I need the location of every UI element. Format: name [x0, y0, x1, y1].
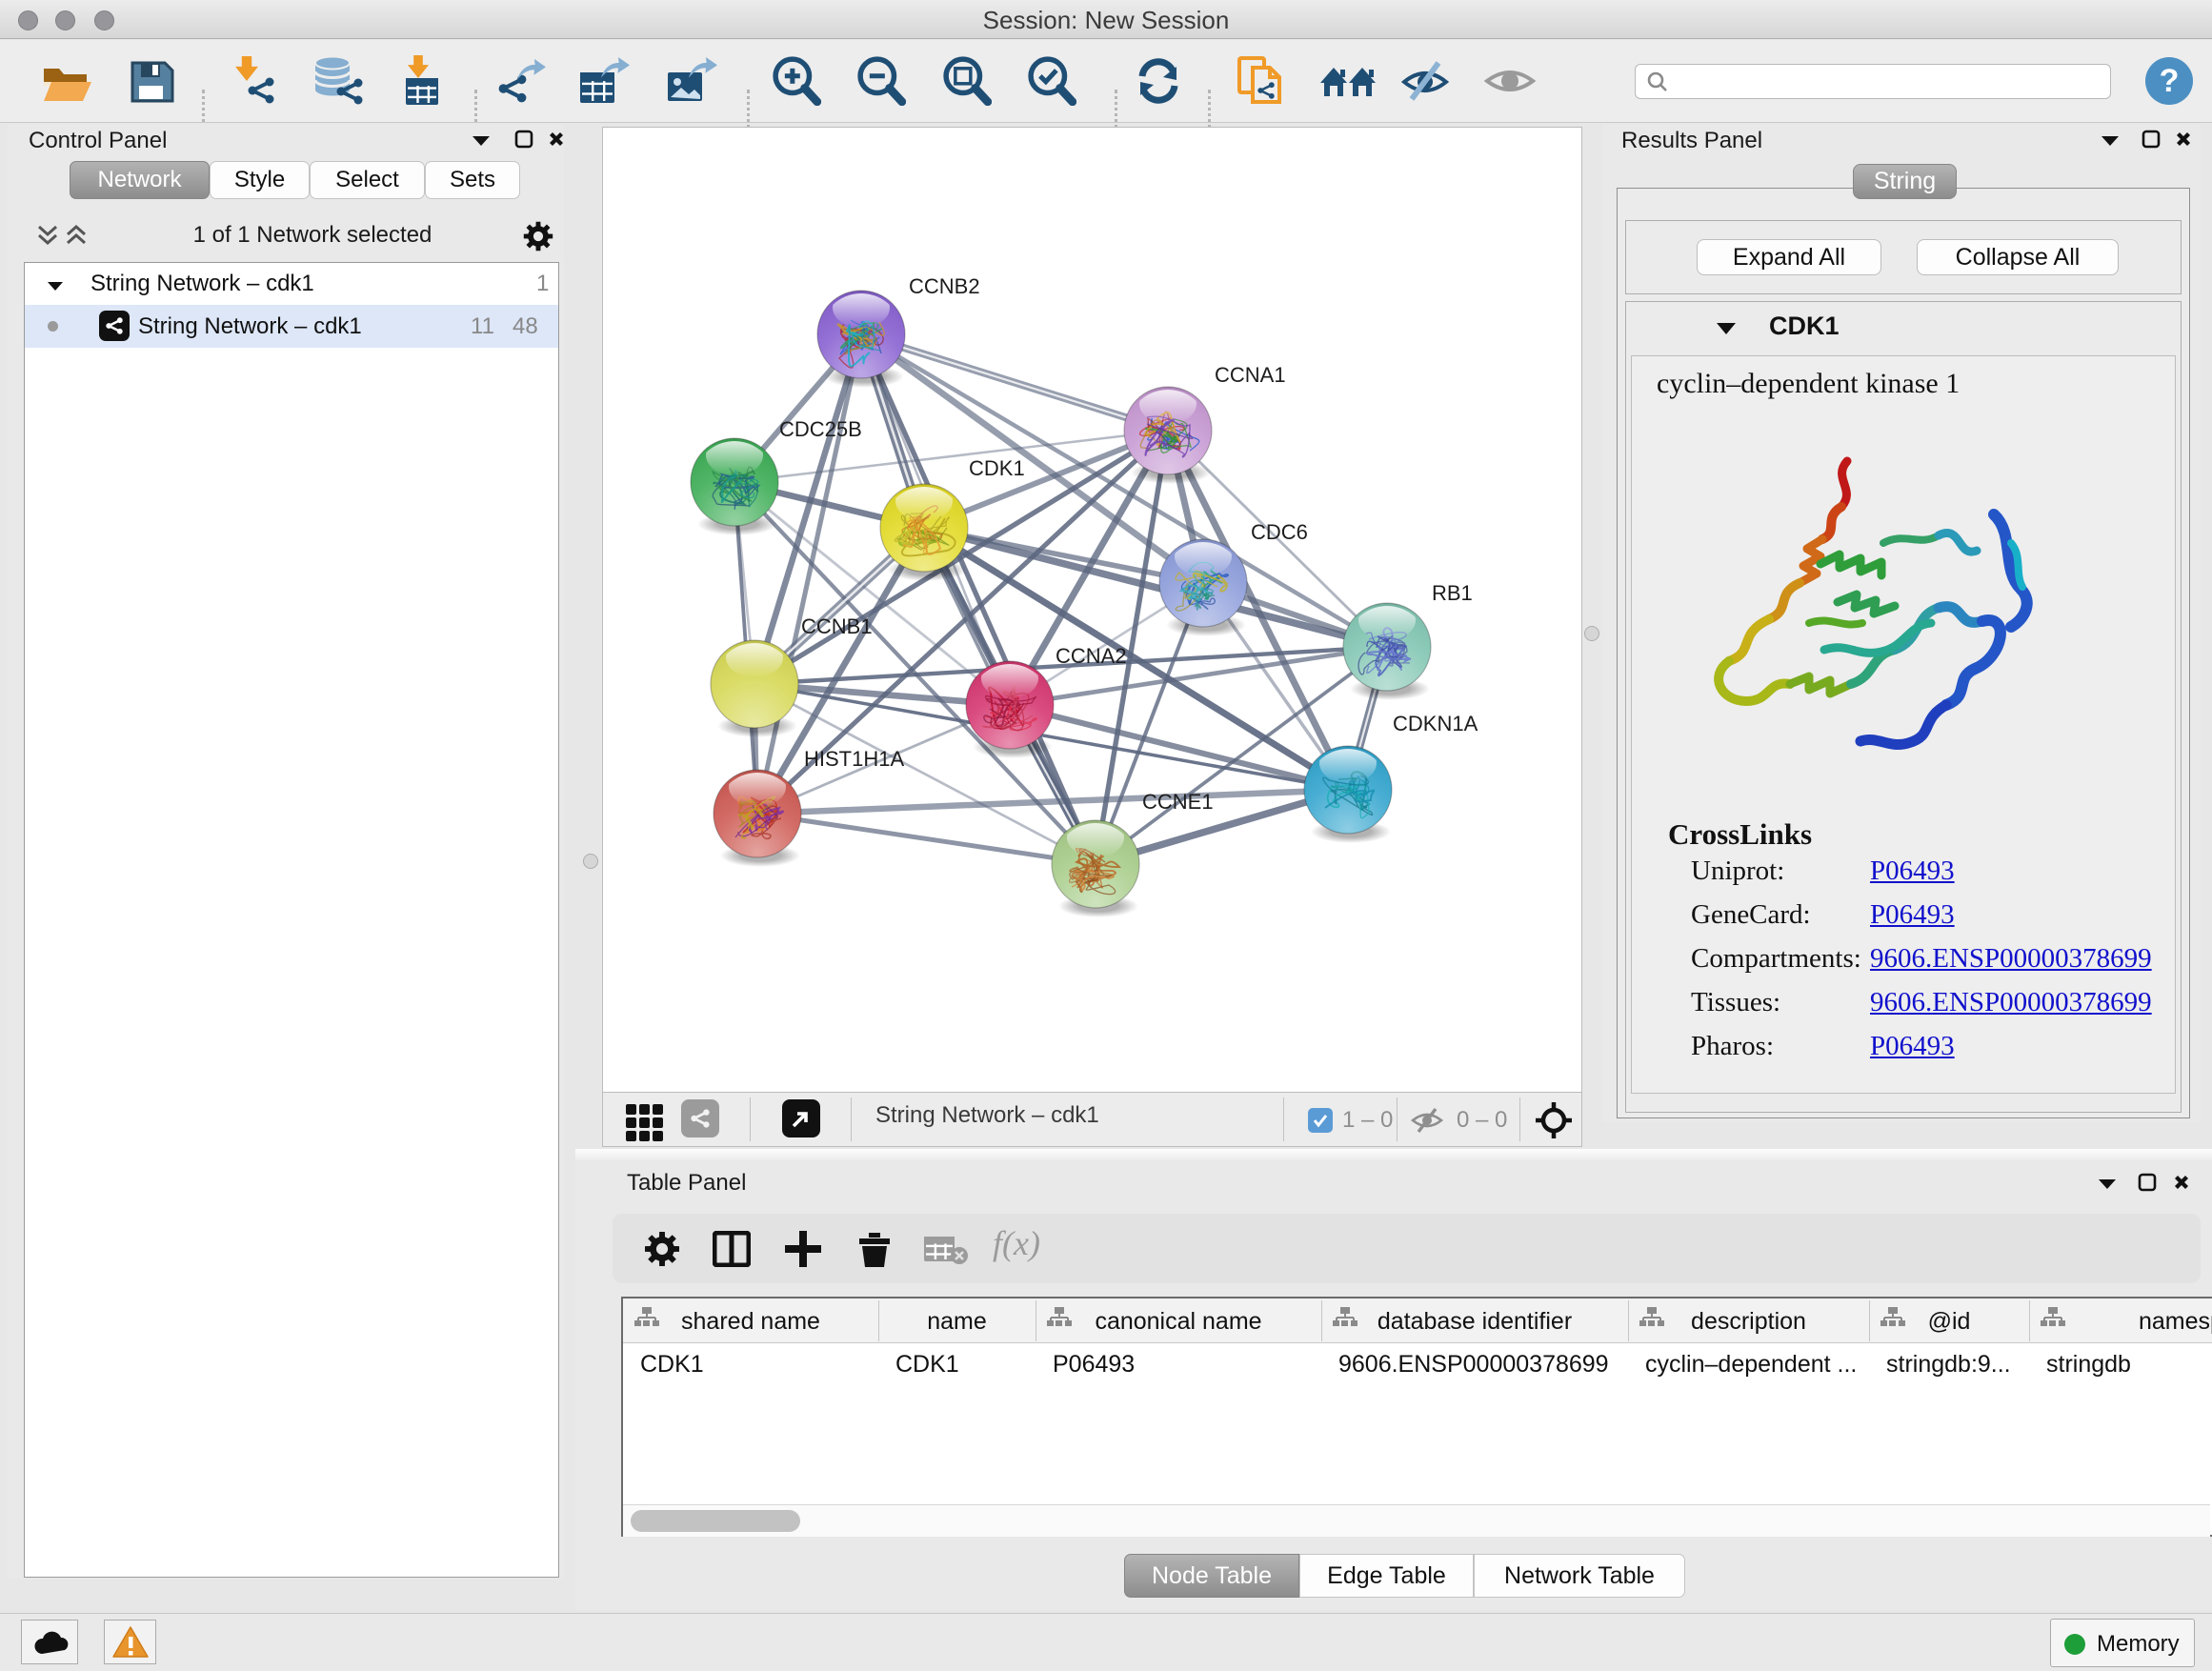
svg-text:CCNB2: CCNB2 [909, 274, 980, 298]
svg-text:CDC6: CDC6 [1251, 520, 1308, 544]
svg-text:?: ? [2160, 63, 2180, 99]
svg-text:CCNB1: CCNB1 [801, 614, 873, 638]
svg-text:CDK1: CDK1 [969, 456, 1025, 480]
svg-text:CCNA1: CCNA1 [1215, 363, 1286, 387]
svg-text:CDKN1A: CDKN1A [1393, 712, 1478, 735]
svg-text:CCNE1: CCNE1 [1142, 790, 1214, 814]
svg-text:RB1: RB1 [1432, 581, 1473, 605]
svg-text:CCNA2: CCNA2 [1056, 644, 1127, 668]
svg-text:HIST1H1A: HIST1H1A [804, 747, 904, 771]
svg-text:CDC25B: CDC25B [779, 417, 862, 441]
